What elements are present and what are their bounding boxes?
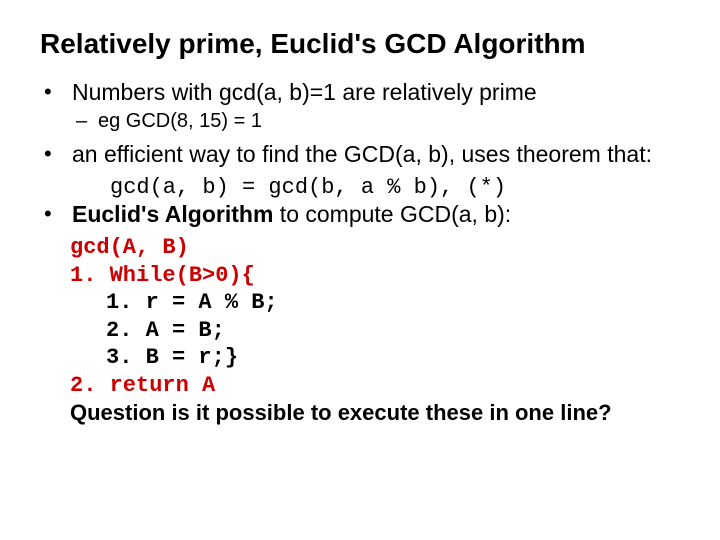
- bullet-3-prefix: Euclid's Algorithm: [72, 201, 273, 227]
- bullet-1-sublist: eg GCD(8, 15) = 1: [72, 109, 680, 134]
- bullet-1: Numbers with gcd(a, b)=1 are relatively …: [40, 78, 680, 134]
- code-block: gcd(A, B) 1. While(B>0){ 1. r = A % B; 2…: [70, 234, 680, 427]
- code-i1: 1. r = A % B;: [106, 289, 680, 317]
- code-return: 2. return A: [70, 372, 680, 400]
- bullet-2: an efficient way to find the GCD(a, b), …: [40, 140, 680, 169]
- code-i2: 2. A = B;: [106, 317, 680, 345]
- code-inner: 1. r = A % B; 2. A = B; 3. B = r;}: [106, 289, 680, 372]
- bullet-1-text: Numbers with gcd(a, b)=1 are relatively …: [72, 79, 537, 105]
- code-sig: gcd(A, B): [70, 234, 680, 262]
- code-while: 1. While(B>0){: [70, 262, 680, 290]
- slide-title: Relatively prime, Euclid's GCD Algorithm: [40, 28, 680, 60]
- bullet-list-2: Euclid's Algorithm to compute GCD(a, b):: [40, 200, 680, 229]
- bullet-2-text: an efficient way to find the GCD(a, b), …: [72, 141, 652, 167]
- bullet-1-sub: eg GCD(8, 15) = 1: [72, 109, 680, 134]
- slide: Relatively prime, Euclid's GCD Algorithm…: [0, 0, 720, 447]
- theorem-line: gcd(a, b) = gcd(b, a % b), (*): [110, 175, 680, 200]
- code-i3: 3. B = r;}: [106, 344, 680, 372]
- bullet-3: Euclid's Algorithm to compute GCD(a, b):: [40, 200, 680, 229]
- code-question: Question is it possible to execute these…: [70, 399, 680, 427]
- bullet-list: Numbers with gcd(a, b)=1 are relatively …: [40, 78, 680, 169]
- bullet-3-rest: to compute GCD(a, b):: [273, 201, 511, 227]
